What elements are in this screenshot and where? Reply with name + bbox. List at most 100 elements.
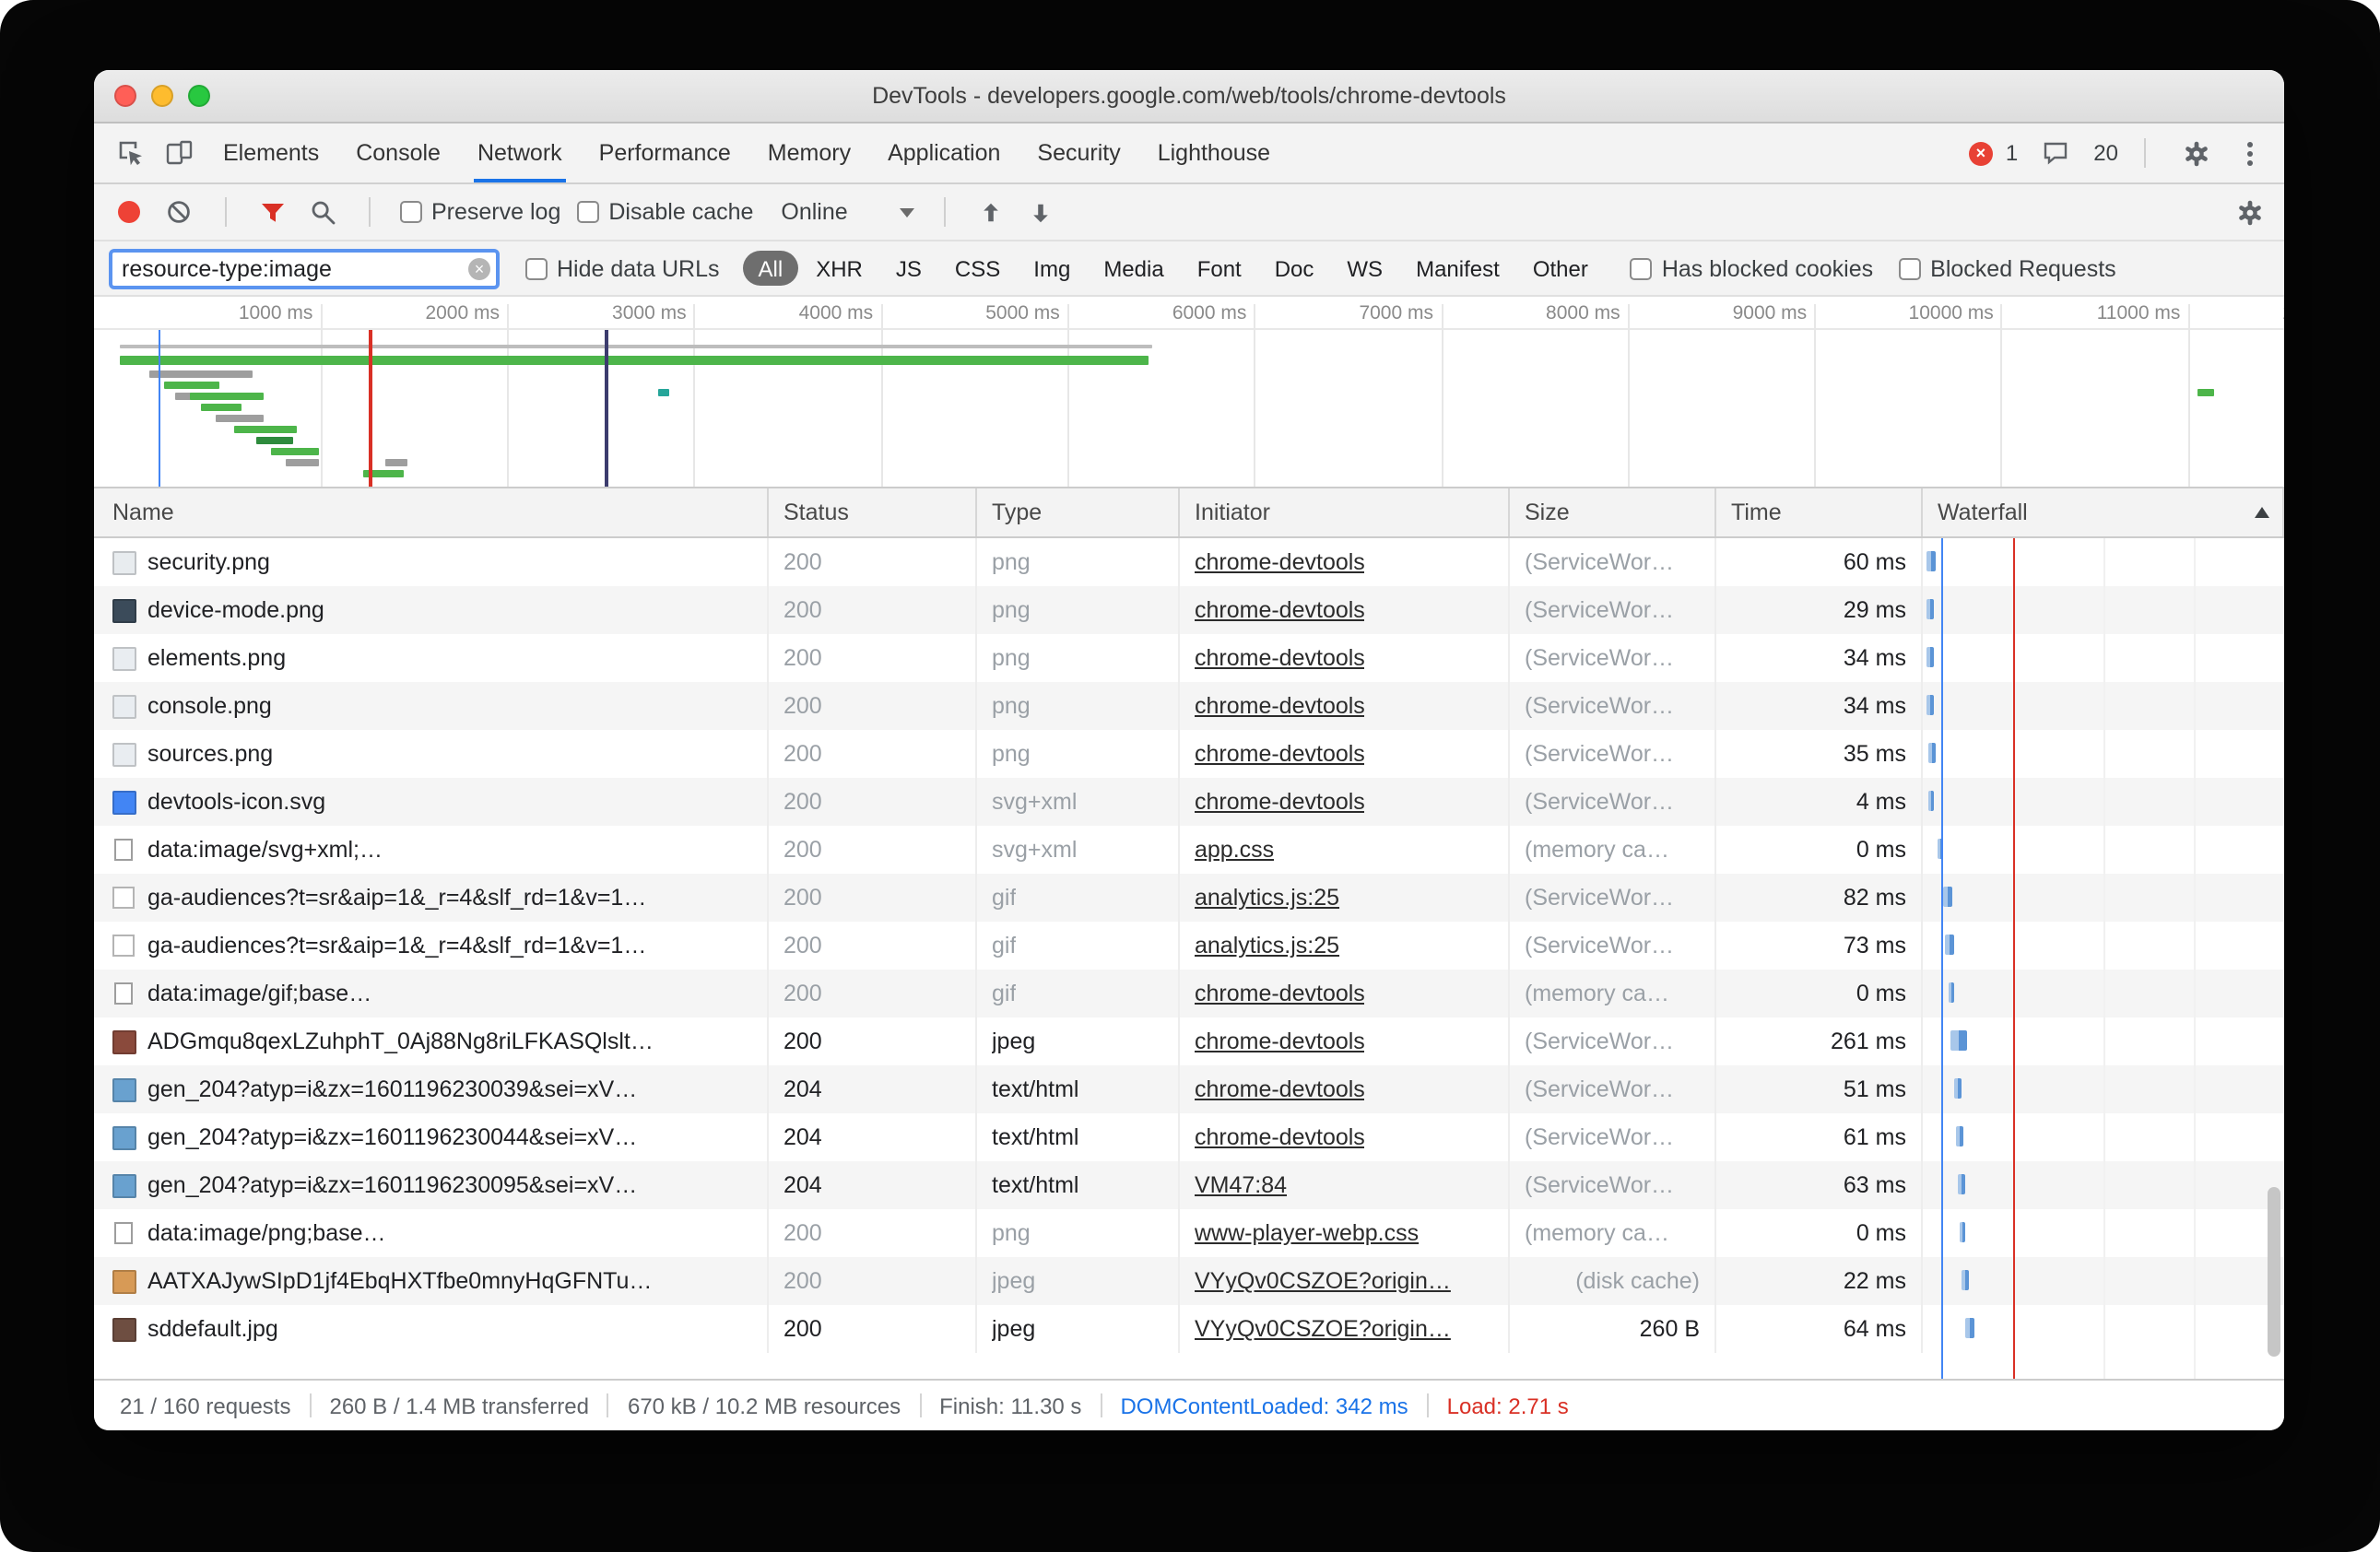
initiator-link[interactable]: chrome-devtools (1195, 645, 1365, 671)
filter-pill-xhr[interactable]: XHR (801, 251, 878, 286)
network-settings-gear-icon[interactable] (2233, 195, 2266, 229)
initiator-link[interactable]: VYyQv0CSZOE?origin… (1195, 1268, 1451, 1294)
cell-name: data:image/png;base… (94, 1209, 769, 1257)
initiator-link[interactable]: www-player-webp.css (1195, 1220, 1419, 1246)
column-header-time[interactable]: Time (1716, 488, 1923, 536)
filter-funnel-icon[interactable] (256, 195, 289, 229)
preserve-log-checkbox-box[interactable] (400, 201, 422, 223)
initiator-link[interactable]: chrome-devtools (1195, 1076, 1365, 1102)
record-network-log-icon[interactable] (112, 195, 146, 229)
cell-status: 200 (769, 874, 977, 922)
table-row[interactable]: AATXAJywSIpD1jf4EbqHXTfbe0mnyHqGFNTu…200… (94, 1257, 2284, 1305)
table-row[interactable]: sources.png200pngchrome-devtools(Service… (94, 730, 2284, 778)
network-overview-timeline[interactable]: 1000 ms2000 ms3000 ms4000 ms5000 ms6000 … (94, 297, 2284, 488)
hide-data-urls-checkbox[interactable]: Hide data URLs (525, 255, 720, 281)
minimize-button[interactable] (151, 85, 173, 107)
table-row[interactable]: data:image/svg+xml;…200svg+xmlapp.css(me… (94, 826, 2284, 874)
table-row[interactable]: ga-audiences?t=sr&aip=1&_r=4&slf_rd=1&v=… (94, 922, 2284, 970)
size-value: (ServiceWor… (1525, 885, 1674, 911)
resource-type: png (992, 693, 1031, 719)
disable-cache-checkbox[interactable]: Disable cache (577, 199, 753, 225)
clear-filter-icon[interactable]: × (468, 257, 490, 279)
hide-data-urls-checkbox-box[interactable] (525, 257, 548, 279)
scrollbar-thumb[interactable] (2268, 1187, 2280, 1357)
device-toolbar-icon[interactable] (155, 123, 205, 182)
table-row[interactable]: sddefault.jpg200jpegVYyQv0CSZOE?origin…2… (94, 1305, 2284, 1353)
filter-pill-other[interactable]: Other (1518, 251, 1603, 286)
table-row[interactable]: security.png200pngchrome-devtools(Servic… (94, 538, 2284, 586)
filter-pill-ws[interactable]: WS (1332, 251, 1397, 286)
tab-network[interactable]: Network (459, 123, 581, 182)
initiator-link[interactable]: chrome-devtools (1195, 1029, 1365, 1054)
table-row[interactable]: ga-audiences?t=sr&aip=1&_r=4&slf_rd=1&v=… (94, 874, 2284, 922)
initiator-link[interactable]: chrome-devtools (1195, 1124, 1365, 1150)
table-row[interactable]: gen_204?atyp=i&zx=1601196230095&sei=xV…2… (94, 1161, 2284, 1209)
tab-lighthouse[interactable]: Lighthouse (1139, 123, 1289, 182)
column-header-name[interactable]: Name (94, 488, 769, 536)
table-row[interactable]: data:image/gif;base…200gifchrome-devtool… (94, 970, 2284, 1017)
overview-activity-bar (256, 437, 293, 444)
initiator-link[interactable]: app.css (1195, 837, 1274, 863)
time-value: 63 ms (1844, 1172, 1906, 1198)
clear-network-log-icon[interactable] (162, 195, 195, 229)
tab-application[interactable]: Application (869, 123, 1019, 182)
initiator-link[interactable]: chrome-devtools (1195, 741, 1365, 767)
initiator-link[interactable]: analytics.js:25 (1195, 933, 1339, 958)
table-row[interactable]: gen_204?atyp=i&zx=1601196230039&sei=xV…2… (94, 1065, 2284, 1113)
column-header-size[interactable]: Size (1510, 488, 1716, 536)
column-header-type[interactable]: Type (977, 488, 1180, 536)
has-blocked-cookies-checkbox-box[interactable] (1631, 257, 1653, 279)
has-blocked-cookies-checkbox[interactable]: Has blocked cookies (1631, 255, 1873, 281)
table-row[interactable]: elements.png200pngchrome-devtools(Servic… (94, 634, 2284, 682)
filter-pill-img[interactable]: Img (1019, 251, 1085, 286)
error-badge-icon[interactable]: × (1969, 141, 1993, 165)
initiator-link[interactable]: chrome-devtools (1195, 549, 1365, 575)
initiator-link[interactable]: chrome-devtools (1195, 981, 1365, 1006)
tab-console[interactable]: Console (337, 123, 459, 182)
tab-performance[interactable]: Performance (581, 123, 749, 182)
export-har-icon[interactable] (1025, 195, 1058, 229)
search-icon[interactable] (306, 195, 339, 229)
overview-dcl-line (159, 330, 160, 487)
table-row[interactable]: console.png200pngchrome-devtools(Service… (94, 682, 2284, 730)
zoom-button[interactable] (188, 85, 210, 107)
filter-pill-all[interactable]: All (744, 251, 798, 286)
initiator-link[interactable]: chrome-devtools (1195, 597, 1365, 623)
table-row[interactable]: devtools-icon.svg200svg+xmlchrome-devtoo… (94, 778, 2284, 826)
column-header-waterfall[interactable]: Waterfall (1923, 488, 2284, 536)
filter-pill-js[interactable]: JS (881, 251, 937, 286)
filter-pill-manifest[interactable]: Manifest (1401, 251, 1514, 286)
tab-memory[interactable]: Memory (749, 123, 869, 182)
disable-cache-checkbox-box[interactable] (577, 201, 599, 223)
filter-pill-font[interactable]: Font (1183, 251, 1256, 286)
column-header-initiator[interactable]: Initiator (1180, 488, 1510, 536)
settings-gear-icon[interactable] (2172, 139, 2221, 167)
filter-input[interactable] (122, 255, 463, 281)
import-har-icon[interactable] (975, 195, 1008, 229)
initiator-link[interactable]: chrome-devtools (1195, 693, 1365, 719)
initiator-link[interactable]: chrome-devtools (1195, 789, 1365, 815)
inspect-element-icon[interactable] (105, 123, 155, 182)
filter-pill-doc[interactable]: Doc (1260, 251, 1329, 286)
table-row[interactable]: gen_204?atyp=i&zx=1601196230044&sei=xV…2… (94, 1113, 2284, 1161)
table-row[interactable]: ADGmqu8qexLZuhphT_0Aj88Ng8riLFKASQlslt…2… (94, 1017, 2284, 1065)
more-options-icon[interactable] (2247, 150, 2253, 156)
initiator-link[interactable]: VM47:84 (1195, 1172, 1287, 1198)
status-code: 200 (784, 1029, 822, 1054)
blocked-requests-checkbox[interactable]: Blocked Requests (1899, 255, 2116, 281)
initiator-link[interactable]: VYyQv0CSZOE?origin… (1195, 1316, 1451, 1342)
close-button[interactable] (114, 85, 136, 107)
blocked-requests-checkbox-box[interactable] (1899, 257, 1921, 279)
column-header-status[interactable]: Status (769, 488, 977, 536)
status-code: 200 (784, 1220, 822, 1246)
console-messages-icon[interactable] (2031, 140, 2080, 166)
tab-elements[interactable]: Elements (205, 123, 337, 182)
table-row[interactable]: device-mode.png200pngchrome-devtools(Ser… (94, 586, 2284, 634)
filter-pill-media[interactable]: Media (1089, 251, 1178, 286)
table-row[interactable]: data:image/png;base…200pngwww-player-web… (94, 1209, 2284, 1257)
tab-security[interactable]: Security (1019, 123, 1138, 182)
preserve-log-checkbox[interactable]: Preserve log (400, 199, 560, 225)
initiator-link[interactable]: analytics.js:25 (1195, 885, 1339, 911)
filter-pill-css[interactable]: CSS (940, 251, 1015, 286)
throttling-dropdown[interactable]: Online (781, 199, 913, 225)
